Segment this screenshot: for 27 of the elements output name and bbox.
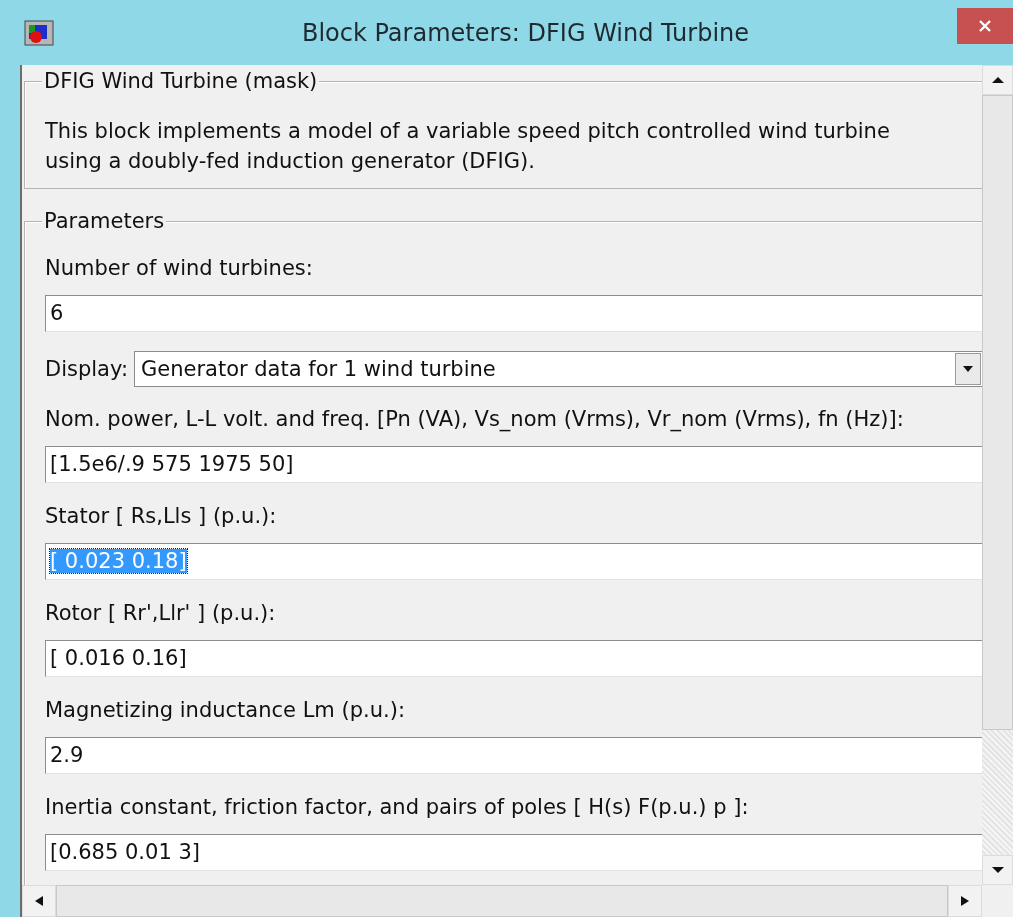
input-field[interactable]: [1.5e6/.9 575 1975 50] bbox=[45, 446, 982, 483]
field-value: [ 0.016 0.16] bbox=[50, 646, 187, 670]
field-label: Inertia constant, friction factor, and pairs of poles [ H(s) F(p.u.) p ]: bbox=[45, 794, 750, 821]
close-icon bbox=[977, 18, 993, 34]
block-icon bbox=[24, 19, 54, 46]
field-label: Nom. power, L-L volt. and freq. [Pn (VA), Vs_nom (Vrms), Vr_nom (Vrms), fn (Hz)]: bbox=[45, 406, 905, 433]
scrollbar-thumb[interactable] bbox=[982, 95, 1013, 730]
field-label: Display: bbox=[45, 357, 128, 381]
field-label: Stator [ Rs,Lls ] (p.u.): bbox=[45, 503, 278, 530]
window-title: Block Parameters: DFIG Wind Turbine bbox=[300, 18, 751, 47]
field-value: 2.9 bbox=[50, 743, 84, 767]
description-text: This block implements a model of a variable speed pitch controlled wind turbine using a doubly-fed induction generator (DFIG). bbox=[45, 118, 891, 175]
field-label: Rotor [ Rr',Llr' ] (p.u.): bbox=[45, 600, 277, 627]
input-field[interactable]: [ 0.016 0.16] bbox=[45, 640, 982, 677]
dropdown-value: Generator data for 1 wind turbine bbox=[139, 357, 497, 381]
field-label: Number of wind turbines: bbox=[45, 255, 314, 282]
field-value: [ 0.023 0.18] bbox=[50, 549, 187, 573]
field-value: [0.685 0.01 3] bbox=[50, 840, 200, 864]
field-value: 6 bbox=[50, 301, 64, 325]
close-button[interactable] bbox=[957, 8, 1013, 44]
input-field[interactable]: [0.685 0.01 3] bbox=[45, 834, 982, 871]
scrollbar-thumb[interactable] bbox=[56, 885, 948, 917]
input-field[interactable]: 2.9 bbox=[45, 737, 982, 774]
input-field[interactable]: 6 bbox=[45, 295, 982, 332]
dropdown-field[interactable]: Generator data for 1 wind turbine bbox=[133, 351, 982, 387]
field-label: Magnetizing inductance Lm (p.u.): bbox=[45, 697, 406, 724]
field-value: [1.5e6/.9 575 1975 50] bbox=[50, 452, 294, 476]
